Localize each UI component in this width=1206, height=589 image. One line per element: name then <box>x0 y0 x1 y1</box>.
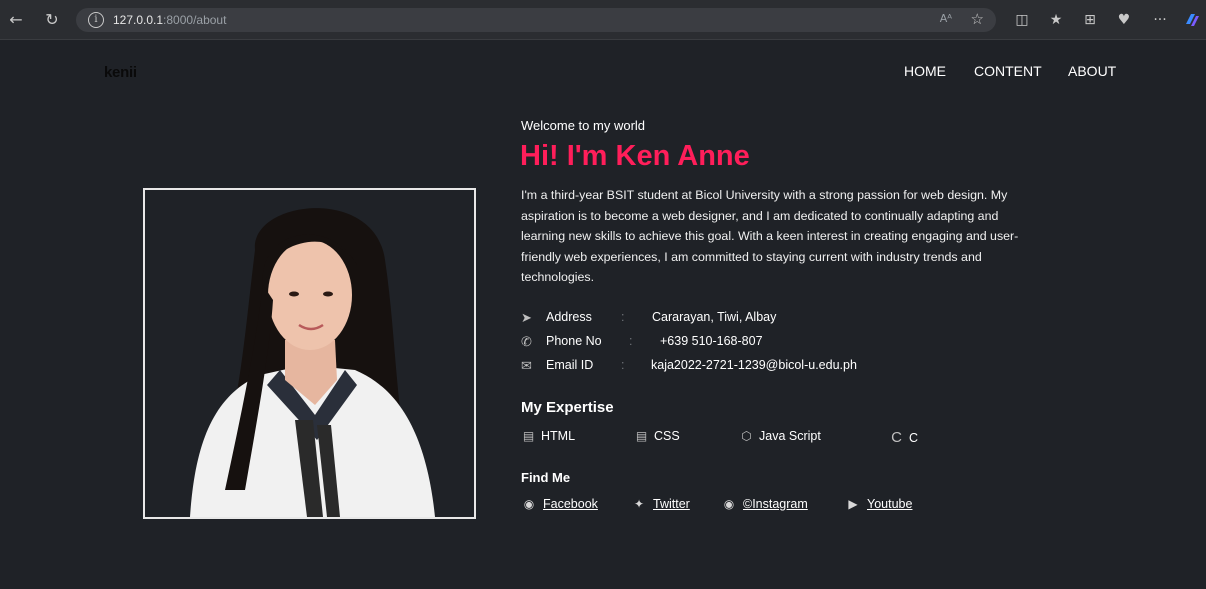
address-separator: : <box>621 310 625 324</box>
email-value: kaja2022-2721-1239@bicol-u.edu.ph <box>651 358 857 372</box>
phone-value: +639 510-168-807 <box>660 334 763 348</box>
back-icon[interactable]: ← <box>6 10 26 30</box>
expertise-item-css: ▤ CSS <box>635 429 680 443</box>
welcome-text: Welcome to my world <box>521 118 646 133</box>
address-value: Cararayan, Tiwi, Albay <box>652 310 777 324</box>
expertise-item-c: CC <box>889 429 918 446</box>
html5-icon: ▤ <box>522 429 535 443</box>
nodejs-icon: ⬡ <box>741 429 752 443</box>
facebook-link[interactable]: ◉ Facebook <box>521 497 598 511</box>
refresh-icon[interactable]: ↻ <box>42 10 62 30</box>
split-screen-icon[interactable]: ◫ <box>1012 10 1032 30</box>
paper-plane-icon: ➤ <box>521 310 532 325</box>
collections-icon[interactable]: ⊞ <box>1080 10 1100 30</box>
info-icon[interactable]: i <box>88 12 104 28</box>
nav-home[interactable]: HOME <box>904 63 946 79</box>
find-me-heading: Find Me <box>521 470 571 485</box>
address-bar[interactable]: i 127.0.0.1:8000/about Aᴬ ☆ <box>76 8 996 32</box>
copilot-icon[interactable] <box>1182 10 1202 30</box>
css3-icon: ▤ <box>635 429 648 443</box>
email-separator: : <box>621 358 625 372</box>
instagram-icon: ◉ <box>723 497 735 511</box>
browser-toolbar: ← ↻ i 127.0.0.1:8000/about Aᴬ ☆ ◫ ★ ⊞ ♥ … <box>0 0 1206 40</box>
expertise-item-javascript: ⬡ Java Script <box>739 429 821 443</box>
address-row: ➤ Address : Cararayan, Tiwi, Albay <box>521 310 881 328</box>
phone-separator: : <box>629 334 633 348</box>
email-row: ✉ Email ID : kaja2022-2721-1239@bicol-u.… <box>521 358 921 376</box>
site-logo[interactable]: kenii <box>104 64 137 81</box>
favorites-icon[interactable]: ★ <box>1046 10 1066 30</box>
bio-paragraph: I'm a third-year BSIT student at Bicol U… <box>521 188 1019 284</box>
phone-row: ✆ Phone No : +639 510-168-807 <box>521 334 881 352</box>
youtube-link[interactable]: ▶ Youtube <box>845 497 912 511</box>
twitter-link[interactable]: ✦ Twitter <box>631 497 690 511</box>
nav-content[interactable]: CONTENT <box>974 63 1042 79</box>
favorite-star-icon[interactable]: ☆ <box>971 10 984 28</box>
expertise-item-html: ▤ HTML <box>522 429 576 443</box>
twitter-icon: ✦ <box>633 497 645 511</box>
email-label: Email ID <box>546 358 594 372</box>
c-letter-icon: C <box>891 429 902 446</box>
url-text[interactable]: 127.0.0.1:8000/about <box>113 13 226 27</box>
expertise-heading: My Expertise <box>521 399 614 416</box>
phone-label: Phone No <box>546 334 602 348</box>
address-label: Address <box>546 310 592 324</box>
profile-photo <box>143 188 476 519</box>
more-icon[interactable]: ··· <box>1150 10 1170 30</box>
extensions-icon[interactable]: ♥ <box>1114 10 1134 30</box>
instagram-link[interactable]: ◉ ©Instagram <box>721 497 808 511</box>
page-title: Hi! I'm Ken Anne <box>520 140 750 172</box>
envelope-icon: ✉ <box>521 358 532 373</box>
facebook-icon: ◉ <box>523 497 535 511</box>
read-aloud-icon[interactable]: Aᴬ <box>940 12 952 25</box>
nav-about[interactable]: ABOUT <box>1068 63 1116 79</box>
youtube-icon: ▶ <box>848 497 858 511</box>
phone-icon: ✆ <box>521 334 532 349</box>
